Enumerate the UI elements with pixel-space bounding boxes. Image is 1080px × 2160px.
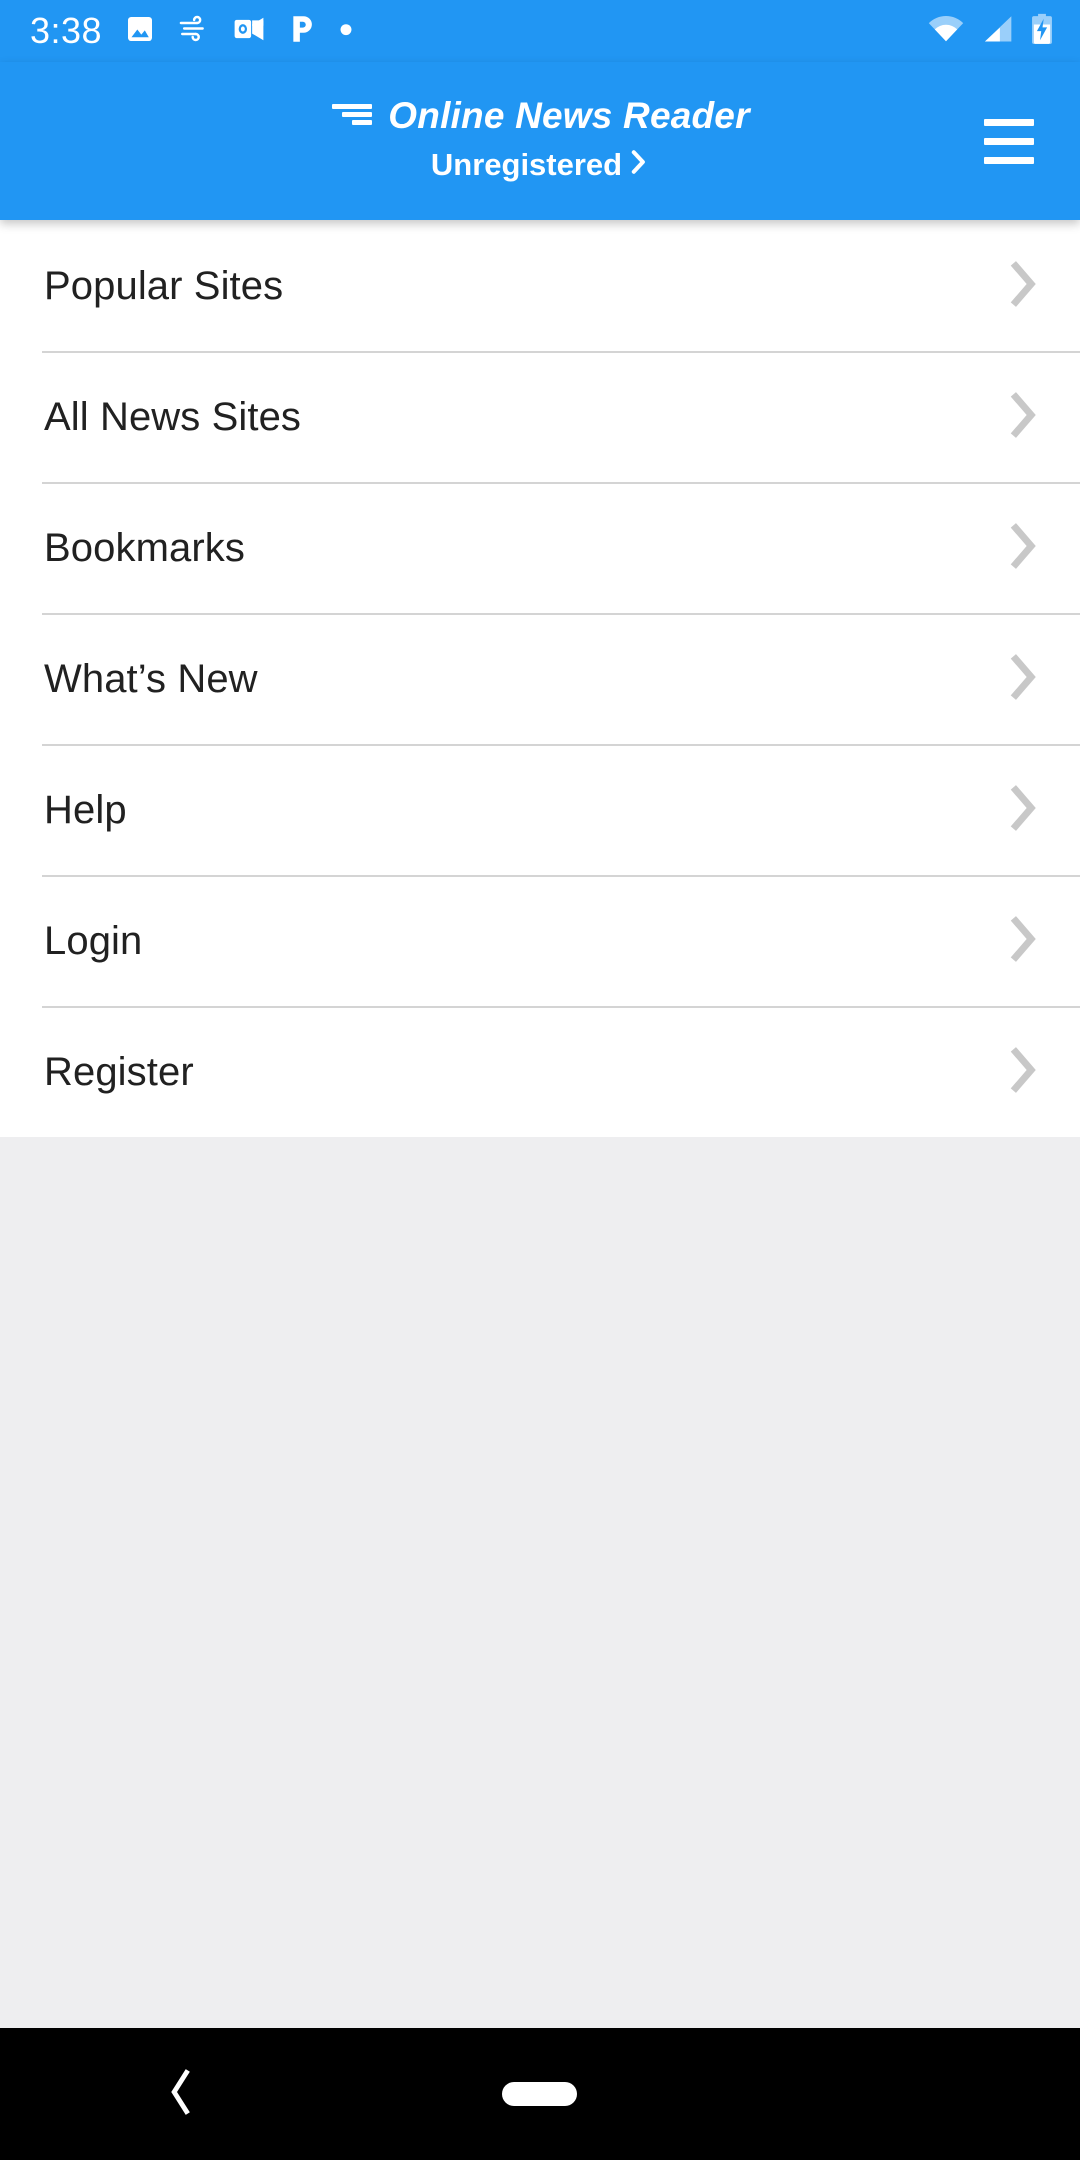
- list-item-label: Popular Sites: [44, 263, 284, 308]
- hamburger-bar-1: [984, 118, 1034, 126]
- list-item-all-news-sites[interactable]: All News Sites: [0, 353, 1080, 482]
- account-status-label: Unregistered: [430, 147, 623, 182]
- chevron-right-icon: [1008, 654, 1038, 705]
- chevron-right-icon: [1008, 785, 1038, 836]
- list-item-whats-new[interactable]: What’s New: [0, 615, 1080, 744]
- list-item-bookmarks[interactable]: Bookmarks: [0, 484, 1080, 613]
- list-item-label: Help: [44, 788, 127, 832]
- list-item-label: Register: [44, 1050, 194, 1094]
- chevron-right-icon: [1008, 1047, 1038, 1098]
- cellular-signal-icon: [980, 13, 1016, 50]
- status-bar-clock: 3:38: [30, 10, 103, 51]
- app-bar-title-row: Online News Reader: [330, 95, 749, 137]
- hamburger-bar-3: [984, 156, 1034, 164]
- chevron-right-icon: [1008, 916, 1038, 967]
- system-navigation-bar: [0, 2028, 1080, 2160]
- list-item-label: Bookmarks: [44, 526, 245, 570]
- hamburger-bar-2: [984, 137, 1034, 145]
- outlook-icon: [232, 13, 266, 50]
- weather-wind-icon: [177, 13, 211, 50]
- dot-icon: [338, 13, 354, 50]
- system-status-icons: [926, 12, 1054, 51]
- menu-list: Popular Sites All News Sites Bookmarks W…: [0, 220, 1080, 1137]
- list-item-help[interactable]: Help: [0, 746, 1080, 875]
- list-item-label: All News Sites: [44, 395, 302, 439]
- back-button[interactable]: [0, 2028, 360, 2160]
- phone-screen: 3:38 Online News Reader Unregistered Pop…: [0, 0, 1080, 2160]
- app-bar: Online News Reader Unregistered: [0, 62, 1080, 220]
- news-lines-logo-icon: [330, 96, 374, 135]
- photos-icon: [124, 13, 156, 50]
- wifi-icon: [926, 13, 966, 50]
- content-empty-area: [0, 1137, 1080, 2028]
- list-item-label: Login: [44, 919, 143, 963]
- back-chevron-icon: [163, 2066, 197, 2123]
- list-item-label: What’s New: [44, 657, 258, 701]
- status-bar: 3:38: [0, 0, 1080, 62]
- app-title: Online News Reader: [388, 94, 750, 136]
- list-item-register[interactable]: Register: [0, 1008, 1080, 1137]
- list-item-login[interactable]: Login: [0, 877, 1080, 1006]
- status-bar-left: 3:38: [30, 13, 354, 50]
- chevron-right-icon: [1008, 392, 1038, 443]
- chevron-right-icon: [629, 147, 649, 183]
- home-pill-indicator: [502, 2082, 578, 2106]
- chevron-right-icon: [1008, 260, 1038, 312]
- account-status-button[interactable]: Unregistered: [431, 147, 649, 184]
- pandora-icon: [287, 13, 317, 50]
- battery-charging-icon: [1030, 12, 1054, 51]
- hamburger-menu-icon[interactable]: [972, 104, 1046, 178]
- home-button[interactable]: [360, 2028, 720, 2160]
- notification-icons: [124, 13, 354, 50]
- list-item-popular-sites[interactable]: Popular Sites: [0, 221, 1080, 351]
- chevron-right-icon: [1008, 523, 1038, 574]
